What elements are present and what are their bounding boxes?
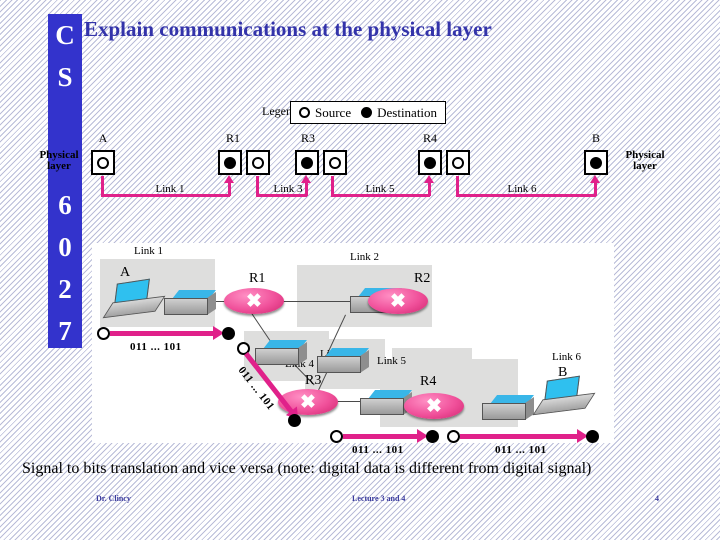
link6-segment-up — [594, 182, 597, 196]
legend-destination-label: Destination — [377, 104, 438, 120]
bitstream-1-destination-marker — [222, 327, 235, 340]
lan-label-link1: Link 1 — [134, 245, 164, 257]
bitstream-4-label: 011 ... 101 — [495, 444, 547, 456]
top-link-label-1: Link 1 — [155, 183, 185, 195]
bitstream-3-label: 011 ... 101 — [352, 444, 404, 456]
bitstream-3-destination-marker — [426, 430, 439, 443]
switch-link3-icon — [255, 340, 307, 366]
router-x-icon: ✖ — [246, 290, 262, 312]
brand-char-7: 7 — [58, 316, 72, 346]
bitstream-4-source-marker — [447, 430, 460, 443]
lan-label-link5: Link 5 — [377, 355, 407, 367]
top-node-r4-out — [446, 150, 470, 175]
destination-marker-icon — [224, 156, 236, 169]
source-marker-icon — [452, 156, 464, 169]
router-x-icon: ✖ — [426, 395, 442, 417]
router-x-icon: ✖ — [390, 290, 406, 312]
bitstream-3-line — [343, 434, 420, 439]
brand-char-s: S — [57, 62, 73, 92]
brand-char-6: 6 — [58, 190, 72, 220]
slide-canvas: C S 6 0 2 7 Explain communications at th… — [0, 0, 720, 540]
router-r4-icon: ✖ — [404, 393, 464, 419]
bitstream-1-label: 011 ... 101 — [130, 341, 182, 353]
top-node-r3-in — [295, 150, 319, 175]
slide-caption: Signal to bits translation and vice vers… — [22, 460, 592, 477]
laptop-a-icon — [102, 278, 166, 319]
legend-box: Source Destination — [290, 101, 447, 124]
destination-marker-icon — [361, 107, 373, 118]
top-node-label-r3: R3 — [300, 131, 315, 145]
switch-front — [164, 298, 208, 315]
top-node-r4-in — [418, 150, 442, 175]
footer-page-number: 4 — [655, 494, 659, 503]
source-marker-icon — [299, 107, 310, 118]
top-node-b — [584, 150, 608, 175]
link1-segment-up — [228, 182, 231, 196]
host-label-a: A — [120, 265, 131, 280]
top-node-r3-out — [323, 150, 347, 175]
bitstream-2-destination-marker — [288, 414, 301, 427]
bitstream-1-line — [110, 331, 216, 336]
router-label-r3: R3 — [305, 373, 322, 388]
link6-arrowhead — [590, 175, 600, 183]
source-marker-icon — [329, 156, 341, 169]
legend-source-item: Source — [299, 105, 351, 121]
switch-front — [317, 356, 361, 373]
slide-title: Explain communications at the physical l… — [84, 17, 492, 41]
physical-layer-caption-right: Physical layer — [625, 149, 665, 172]
switch-front — [482, 403, 526, 420]
link5-segment-up — [428, 182, 431, 196]
top-link-label-3: Link 3 — [273, 183, 303, 195]
bitstream-1-source-marker — [97, 327, 110, 340]
bitstream-4-destination-marker — [586, 430, 599, 443]
lan-label-link6: Link 6 — [552, 351, 582, 363]
legend-destination-item: Destination — [361, 105, 437, 121]
top-link-label-6: Link 6 — [507, 183, 537, 195]
router-label-r2: R2 — [414, 271, 431, 286]
top-node-label-r1: R1 — [225, 131, 240, 145]
bitstream-4-line — [460, 434, 580, 439]
laptop-base — [102, 295, 166, 319]
top-node-a — [91, 150, 115, 175]
destination-marker-icon — [590, 156, 602, 169]
footer-lecture: Lecture 3 and 4 — [352, 494, 406, 503]
top-node-r1-out — [246, 150, 270, 175]
destination-marker-icon — [424, 156, 436, 169]
brand-char-c: C — [55, 20, 75, 50]
laptop-b-icon — [532, 375, 596, 416]
legend-source-label: Source — [315, 104, 352, 120]
physical-layer-caption-left: Physical layer — [39, 149, 79, 172]
lan-label-link2: Link 2 — [350, 251, 380, 263]
top-link-label-5: Link 5 — [365, 183, 395, 195]
top-node-label-r4: R4 — [422, 131, 437, 145]
footer-author: Dr. Clincy — [96, 494, 131, 503]
switch-link1-icon — [164, 290, 216, 316]
source-marker-icon — [97, 156, 109, 169]
top-node-r1-in — [218, 150, 242, 175]
router-r1-icon: ✖ — [224, 288, 284, 314]
source-marker-icon — [252, 156, 264, 169]
brand-char-2: 2 — [58, 274, 72, 304]
link3-arrowhead — [301, 175, 311, 183]
router-label-r4: R4 — [420, 374, 437, 389]
bitstream-3-source-marker — [330, 430, 343, 443]
switch-front — [255, 348, 299, 365]
switch-link4-icon — [317, 348, 369, 374]
router-r2-icon: ✖ — [368, 288, 428, 314]
top-node-label-b: B — [591, 131, 600, 145]
destination-marker-icon — [301, 156, 313, 169]
router-label-r1: R1 — [249, 271, 266, 286]
laptop-base — [532, 392, 596, 416]
top-node-label-a: A — [98, 131, 108, 145]
brand-char-0: 0 — [58, 232, 72, 262]
link5-arrowhead — [424, 175, 434, 183]
link1-arrowhead — [224, 175, 234, 183]
switch-link6-icon — [482, 395, 534, 421]
switch-front — [360, 398, 404, 415]
course-brand-bar: C S 6 0 2 7 — [48, 14, 82, 348]
